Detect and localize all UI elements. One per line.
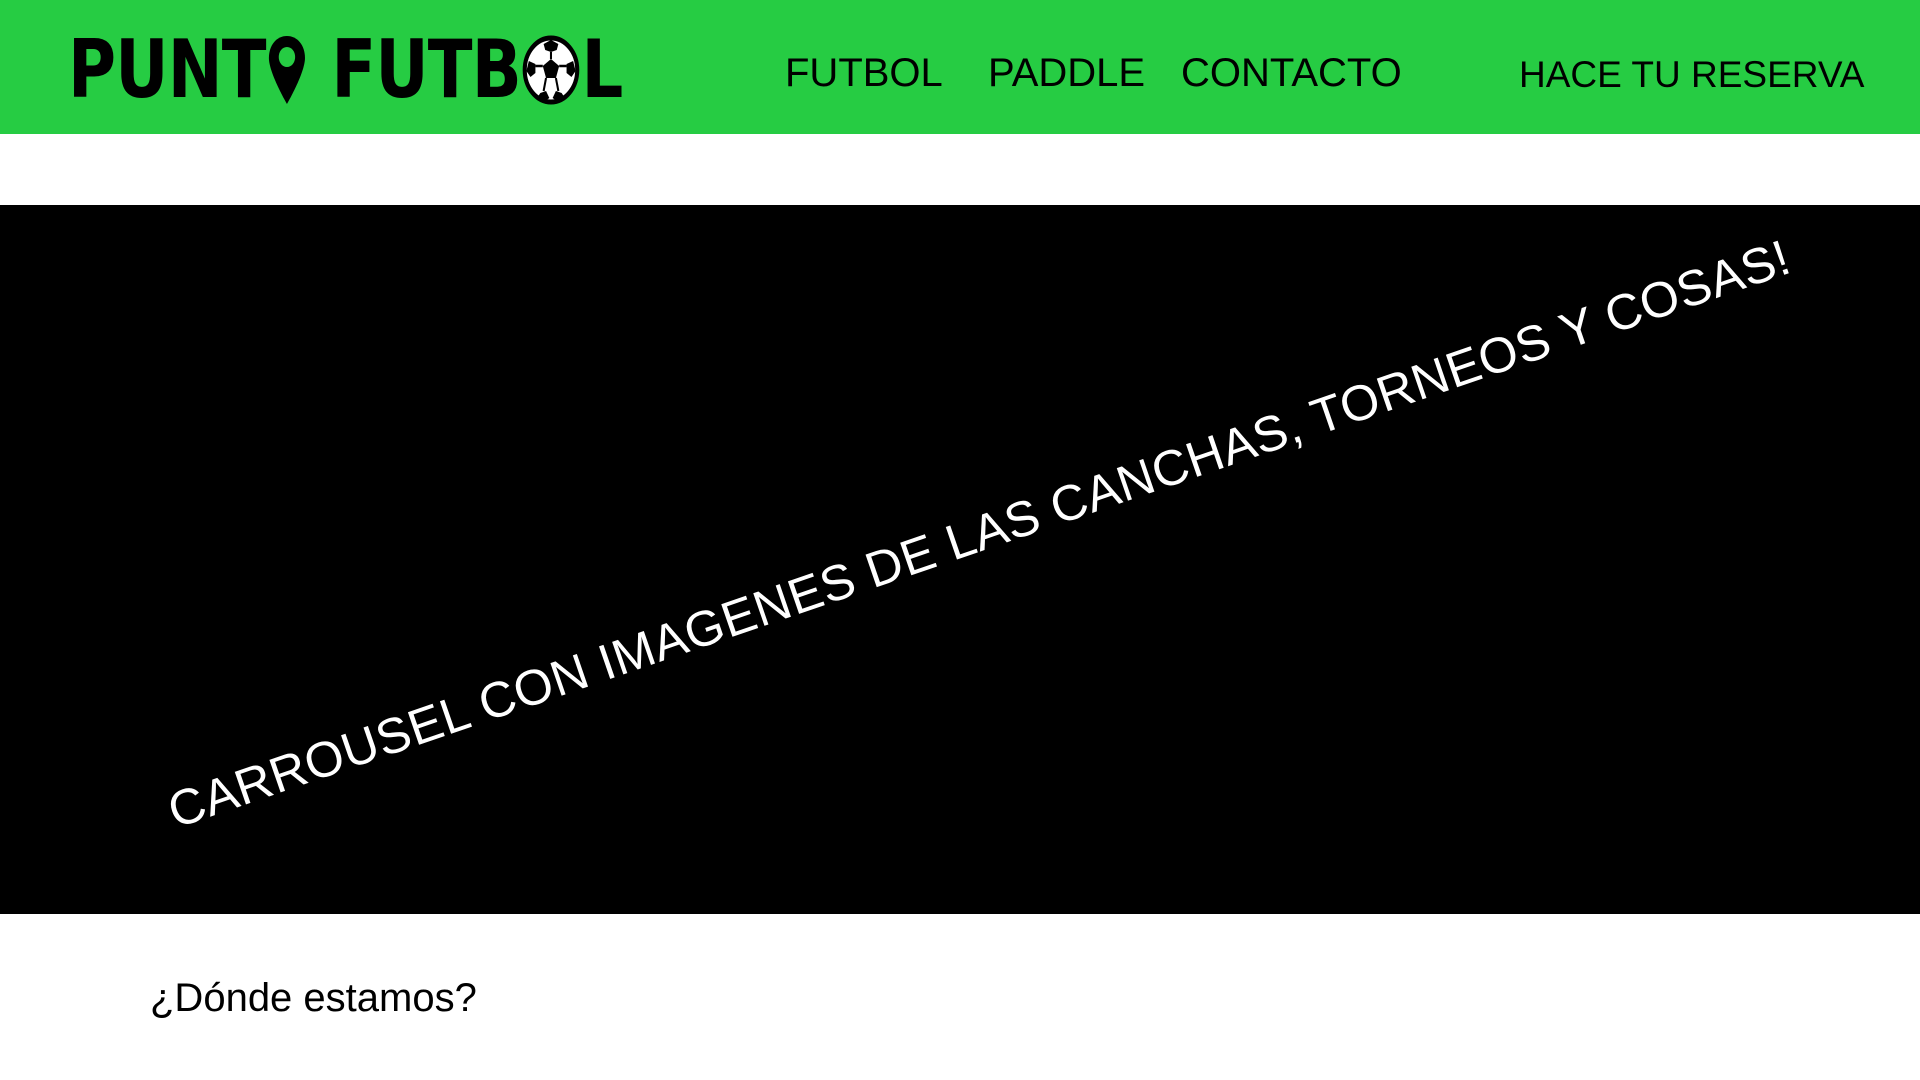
logo-text-punt: PUNT — [68, 23, 267, 116]
site-logo[interactable]: PUNT FUTB L — [68, 23, 624, 116]
carousel-placeholder-text: CARROUSEL CON IMAGENES DE LAS CANCHAS, T… — [160, 228, 1798, 839]
logo-text-l: L — [581, 23, 624, 116]
location-section-title: ¿Dónde estamos? — [150, 976, 477, 1020]
map-pin-icon — [269, 36, 306, 104]
image-carousel[interactable]: CARROUSEL CON IMAGENES DE LAS CANCHAS, T… — [0, 205, 1920, 914]
nav-link-paddle[interactable]: PADDLE — [988, 48, 1145, 98]
logo-text-futb: FUTB — [331, 23, 521, 116]
nav-link-contacto[interactable]: CONTACTO — [1181, 48, 1402, 98]
site-header: PUNT FUTB L FUTBOL PADDLE CONTACTO HACE … — [0, 0, 1920, 134]
reserve-button[interactable]: HACE TU RESERVA — [1519, 50, 1864, 100]
nav-link-futbol[interactable]: FUTBOL — [785, 48, 943, 98]
soccer-ball-icon — [522, 35, 580, 105]
